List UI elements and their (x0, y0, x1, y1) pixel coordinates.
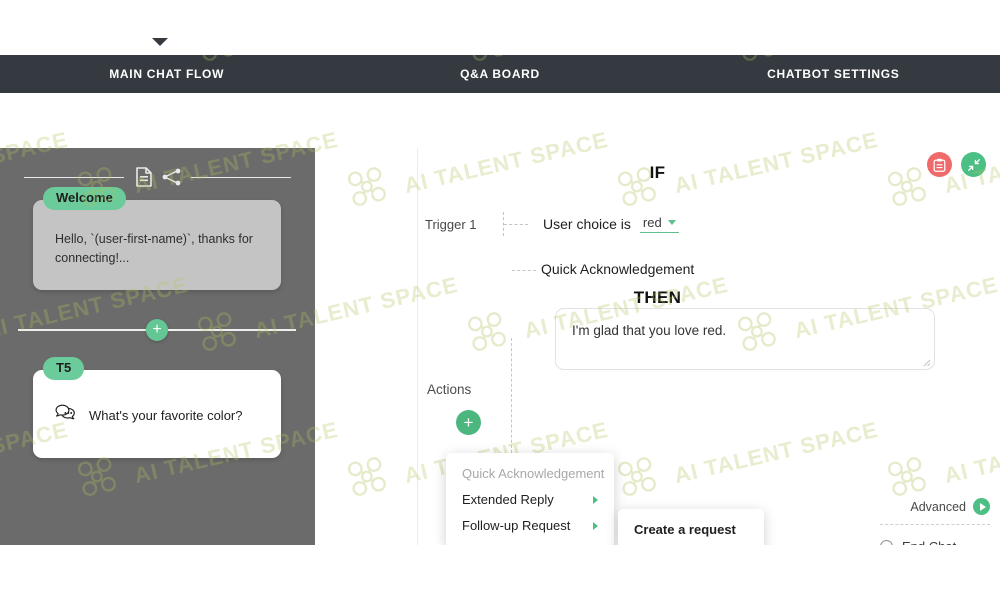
node-text-t5: What's your favorite color? (89, 407, 243, 423)
flow-node-welcome[interactable]: Welcome Hello, `(user-first-name)`, than… (33, 187, 281, 290)
flow-header-toolbar (0, 164, 315, 190)
panel-left-divider (417, 148, 418, 545)
panel-corner-actions (927, 152, 986, 177)
rule-editor-panel: IF Trigger 1 User choice is red THEN Act… (315, 148, 1000, 545)
trigger-row: Trigger 1 User choice is red (425, 212, 679, 236)
submenu-item-create-a-request[interactable]: Create a request (618, 517, 764, 543)
connector-line-right (168, 329, 296, 331)
then-section-title: THEN (633, 288, 682, 307)
node-badge-t5: T5 (43, 357, 85, 381)
app-stage: Welcome Hello, `(user-first-name)`, than… (0, 55, 1000, 545)
condition-text: User choice is (543, 216, 631, 232)
trigger-branch-connector (503, 212, 543, 236)
resize-handle-icon[interactable] (922, 358, 931, 367)
action-type-menu: Quick Acknowledgement Extended Reply Fol… (446, 453, 614, 545)
radio-circle-icon (880, 540, 893, 545)
tab-chatbot-settings[interactable]: CHATBOT SETTINGS (667, 67, 1000, 81)
advanced-settings-block: Advanced End Chat Jump to Topic (880, 498, 990, 545)
active-tab-pointer (152, 38, 168, 46)
condition-value-dropdown[interactable]: red (639, 215, 679, 233)
submenu-item-label: Create a request (634, 522, 736, 537)
condition-value-label: red (642, 215, 662, 230)
menu-item-quick-acknowledgement[interactable]: Quick Acknowledgement (446, 461, 614, 487)
chevron-right-icon (593, 495, 598, 504)
advanced-expand-icon[interactable] (973, 498, 990, 515)
advanced-label: Advanced (910, 499, 966, 514)
node-badge-welcome: Welcome (43, 187, 126, 211)
chevron-right-icon (593, 521, 598, 530)
node-text-welcome: Hello, `(user-first-name)`, thanks for c… (55, 232, 253, 266)
advanced-divider (880, 524, 990, 525)
if-section-title: IF (649, 163, 666, 182)
menu-item-label: Quick Acknowledgement (462, 466, 605, 481)
reply-textarea-value: I'm glad that you love red. (572, 323, 727, 338)
flow-node-t5[interactable]: T5 What's your favorite color? (33, 357, 281, 458)
submenu-item-attach-to-requests[interactable]: Attach to requests (618, 543, 764, 545)
flow-share-icon[interactable] (162, 166, 182, 188)
chevron-down-icon (667, 220, 676, 225)
menu-item-extended-reply[interactable]: Extended Reply (446, 487, 614, 513)
reply-textarea[interactable]: I'm glad that you love red. (555, 308, 935, 370)
document-icon[interactable] (133, 166, 153, 188)
add-action-button[interactable]: + (456, 410, 481, 435)
menu-item-follow-up-request[interactable]: Follow-up Request (446, 513, 614, 539)
radio-label-end-chat: End Chat (902, 539, 956, 545)
radio-option-end-chat[interactable]: End Chat (880, 539, 990, 545)
collapse-arrows-icon-button[interactable] (961, 152, 986, 177)
chat-flow-sidebar: Welcome Hello, `(user-first-name)`, than… (0, 148, 315, 545)
connector-line-left (18, 329, 146, 331)
follow-up-request-submenu: Create a request Attach to requests (618, 509, 764, 545)
action-name-label: Quick Acknowledgement (541, 261, 695, 277)
play-triangle-icon (979, 502, 986, 511)
flow-header-rule-left (24, 176, 124, 178)
flow-header-rule-right (191, 176, 291, 178)
add-node-button-1[interactable]: + (146, 319, 168, 341)
branch-horizontal-line (504, 224, 528, 225)
node-body-t5: What's your favorite color? (33, 370, 281, 445)
actions-label: Actions (427, 382, 472, 397)
trigger-label: Trigger 1 (425, 216, 477, 232)
tab-qa-board[interactable]: Q&A BOARD (333, 67, 666, 81)
top-tab-bar: MAIN CHAT FLOW Q&A BOARD CHATBOT SETTING… (0, 55, 1000, 93)
chat-bubbles-icon (55, 404, 77, 427)
tab-list: MAIN CHAT FLOW Q&A BOARD CHATBOT SETTING… (0, 55, 1000, 93)
flow-connector-1: + (18, 317, 296, 343)
menu-item-label: Follow-up Request (462, 518, 571, 533)
clipboard-icon-button[interactable] (927, 152, 952, 177)
tab-main-chat-flow[interactable]: MAIN CHAT FLOW (0, 67, 333, 81)
actions-horizontal-dashline (512, 270, 536, 271)
menu-item-label: Extended Reply (462, 492, 554, 507)
actions-vertical-dashline (511, 338, 512, 458)
advanced-header[interactable]: Advanced (880, 498, 990, 515)
